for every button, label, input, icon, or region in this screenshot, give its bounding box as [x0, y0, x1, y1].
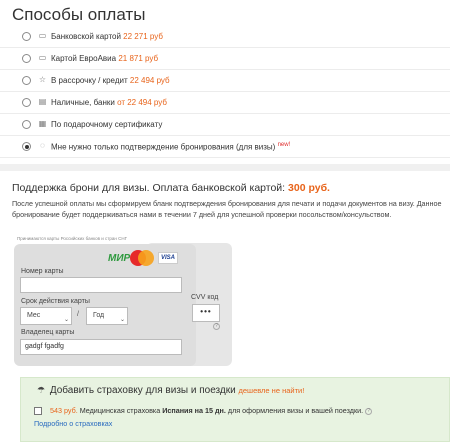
option-text: Банковской картой [51, 32, 121, 41]
insurance-details-link[interactable]: Подробно о страховках [34, 419, 112, 428]
radio-button-selected[interactable] [22, 142, 31, 151]
month-value: Мес [27, 312, 41, 319]
insurance-box: ☂ Добавить страховку для визы и поездки … [20, 377, 450, 442]
page-title: Способы оплаты [12, 5, 146, 24]
payment-option-label: Банковской картой 22 271 руб [51, 32, 163, 41]
expiry-separator: / [77, 311, 79, 318]
card-number-input[interactable] [20, 277, 182, 293]
option-price: 22 494 руб [129, 76, 170, 85]
chevron-down-icon: ⌄ [63, 317, 69, 323]
expiry-month-select[interactable]: Мес ⌄ [20, 307, 72, 325]
visa-support-title-text: Поддержка брони для визы. Оплата банковс… [12, 182, 286, 194]
gift-certificate-icon: ▦ [38, 119, 47, 128]
insurance-promo: дешевле не найти! [238, 386, 305, 395]
cards-accepted-note: Принимаются карты Российских банков и ст… [17, 236, 128, 241]
card-front-panel: МИР VISA Номер карты Срок действия карты… [14, 244, 196, 366]
insurance-text-tail: для оформления визы и вашей поездки. [227, 406, 364, 415]
mir-logo-icon: МИР [108, 253, 131, 264]
payment-option-bank-card[interactable]: ▭ Банковской картой 22 271 руб [0, 26, 450, 48]
card-icon: ▭ [38, 53, 47, 62]
insurance-help-icon[interactable]: ? [365, 407, 373, 415]
insurance-offer: 543 руб. Медицинская страховка Испания н… [50, 406, 373, 415]
payment-option-label: В рассрочку / кредит 22 494 руб [51, 76, 170, 85]
insurance-price: 543 руб. [50, 406, 78, 415]
card-number-label: Номер карты [21, 268, 64, 275]
cvv-label: CVV код [191, 294, 219, 301]
expiry-label: Срок действия карты [21, 298, 90, 305]
radio-button[interactable] [22, 32, 31, 41]
option-price: 22 271 руб [123, 32, 163, 41]
insurance-title: ☂ Добавить страховку для визы и поездки … [37, 385, 304, 396]
payment-option-gift-certificate[interactable]: ▦ По подарочному сертификату [0, 114, 450, 136]
option-text: Картой ЕвроАвиа [51, 54, 117, 63]
cvv-help-icon[interactable]: ? [213, 323, 220, 330]
payment-option-label: По подарочному сертификату [51, 120, 162, 129]
option-text: Мне нужно только подтверждение бронирова… [51, 142, 276, 152]
payment-option-label: Мне нужно только подтверждение бронирова… [51, 142, 290, 152]
cvv-input[interactable]: ••• [192, 304, 220, 322]
visa-logo-icon: VISA [158, 252, 178, 264]
payment-option-label: Картой ЕвроАвиа 21 871 руб [51, 54, 158, 63]
expiry-year-select[interactable]: Год ⌄ [86, 307, 128, 325]
insurance-title-text: Добавить страховку для визы и поездки [49, 385, 236, 396]
payment-option-visa-confirmation[interactable]: ◌ Мне нужно только подтверждение брониро… [0, 136, 450, 158]
option-text: Наличные, банки [51, 98, 115, 107]
holder-label: Владелец карты [21, 329, 75, 336]
option-price: от 22 494 руб [117, 98, 167, 107]
radio-button[interactable] [22, 76, 31, 85]
visa-doc-icon: ◌ [40, 141, 45, 150]
visa-support-title: Поддержка брони для визы. Оплата банковс… [12, 182, 330, 194]
insurance-text: Медицинская страховка [79, 406, 161, 415]
payment-option-installment[interactable]: ☆ В рассрочку / кредит 22 494 руб [0, 70, 450, 92]
cash-icon: ▤ [38, 97, 47, 106]
mastercard-logo-icon [130, 250, 154, 266]
insurance-checkbox[interactable] [34, 407, 42, 415]
umbrella-icon: ☂ [37, 385, 46, 395]
radio-button[interactable] [22, 98, 31, 107]
new-badge: new! [277, 142, 291, 148]
year-value: Год [93, 312, 105, 319]
radio-button[interactable] [22, 120, 31, 129]
star-icon: ☆ [38, 75, 47, 84]
payment-option-cash[interactable]: ▤ Наличные, банки от 22 494 руб [0, 92, 450, 114]
card-holder-input[interactable]: gadgf fgadfg [20, 339, 182, 355]
insurance-destination: Испания на 15 дн. [162, 406, 226, 415]
radio-button[interactable] [22, 54, 31, 63]
payment-methods-list: ▭ Банковской картой 22 271 руб ▭ Картой … [0, 26, 450, 158]
option-text: По подарочному сертификату [51, 120, 163, 129]
payment-option-euroavia-card[interactable]: ▭ Картой ЕвроАвиа 21 871 руб [0, 48, 450, 70]
section-divider [0, 164, 450, 171]
option-price: 21 871 руб [118, 54, 159, 63]
visa-support-description: После успешной оплаты мы сформируем блан… [12, 199, 442, 219]
option-text: В рассрочку / кредит [51, 76, 128, 85]
payment-option-label: Наличные, банки от 22 494 руб [51, 98, 167, 107]
chevron-down-icon: ⌄ [119, 317, 125, 323]
visa-support-price: 300 руб. [288, 182, 330, 194]
bank-card-icon: ▭ [38, 31, 47, 40]
